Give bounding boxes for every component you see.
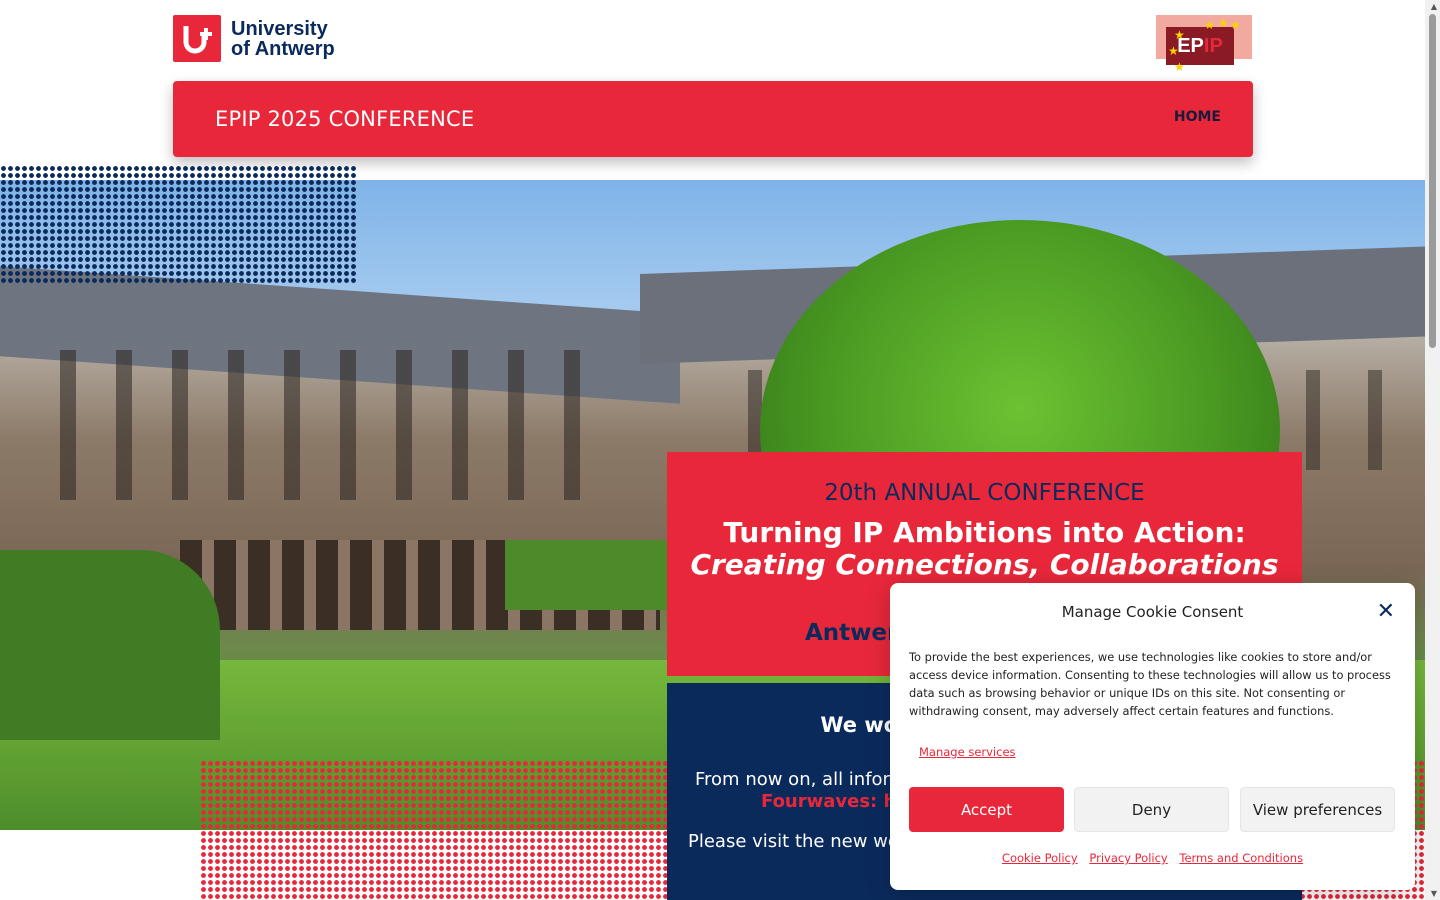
- decorative-dot-pattern-blue: [0, 165, 356, 285]
- star-icon: ★: [1230, 18, 1241, 32]
- star-icon: ★: [1174, 60, 1185, 74]
- deny-button[interactable]: Deny: [1074, 787, 1229, 832]
- terms-link[interactable]: Terms and Conditions: [1179, 851, 1303, 865]
- university-logo-mark: [173, 15, 221, 62]
- hero-hedge-right: [505, 540, 675, 610]
- star-icon: ★: [1168, 44, 1179, 58]
- accept-button[interactable]: Accept: [909, 787, 1064, 832]
- nav-home-link[interactable]: HOME: [1174, 109, 1221, 125]
- cookie-title: Manage Cookie Consent: [1061, 603, 1244, 621]
- cookie-policy-links: Cookie Policy Privacy Policy Terms and C…: [890, 851, 1415, 865]
- scrollbar-thumb[interactable]: [1429, 14, 1436, 348]
- hero-hedge: [0, 550, 220, 740]
- info-line: From now on, all inform: [695, 769, 908, 790]
- chevron-down-icon[interactable]: ▼: [1431, 889, 1437, 898]
- page-scrollbar[interactable]: ▲ ▼: [1425, 0, 1440, 900]
- cookie-body-text: To provide the best experiences, we use …: [909, 650, 1391, 718]
- view-preferences-button[interactable]: View preferences: [1240, 787, 1395, 832]
- university-logo[interactable]: University of Antwerp: [173, 15, 341, 62]
- close-icon[interactable]: ✕: [1377, 601, 1395, 623]
- epip-logo-text-red: IP: [1203, 34, 1223, 57]
- star-icon: ★: [1174, 28, 1185, 42]
- star-icon: ★: [1204, 18, 1215, 32]
- conference-kicker: 20th ANNUAL CONFERENCE: [824, 480, 1145, 506]
- cookie-policy-link[interactable]: Cookie Policy: [1002, 851, 1078, 865]
- conference-title: Turning IP Ambitions into Action:: [723, 516, 1246, 549]
- site-title[interactable]: EPIP 2025 CONFERENCE: [215, 107, 474, 131]
- main-navbar: EPIP 2025 CONFERENCE HOME: [173, 81, 1253, 157]
- epip-logo[interactable]: EP IP ★ ★ ★ ★ ★ ★: [1156, 15, 1252, 73]
- chevron-up-icon[interactable]: ▲: [1431, 2, 1437, 11]
- university-logo-text: University of Antwerp: [231, 17, 335, 60]
- cookie-consent-dialog: Manage Cookie Consent ✕ To provide the b…: [890, 583, 1415, 890]
- hero-windows-left: [20, 350, 620, 500]
- manage-services-link[interactable]: Manage services: [919, 745, 1016, 759]
- star-icon: ★: [1218, 16, 1229, 30]
- privacy-policy-link[interactable]: Privacy Policy: [1089, 851, 1167, 865]
